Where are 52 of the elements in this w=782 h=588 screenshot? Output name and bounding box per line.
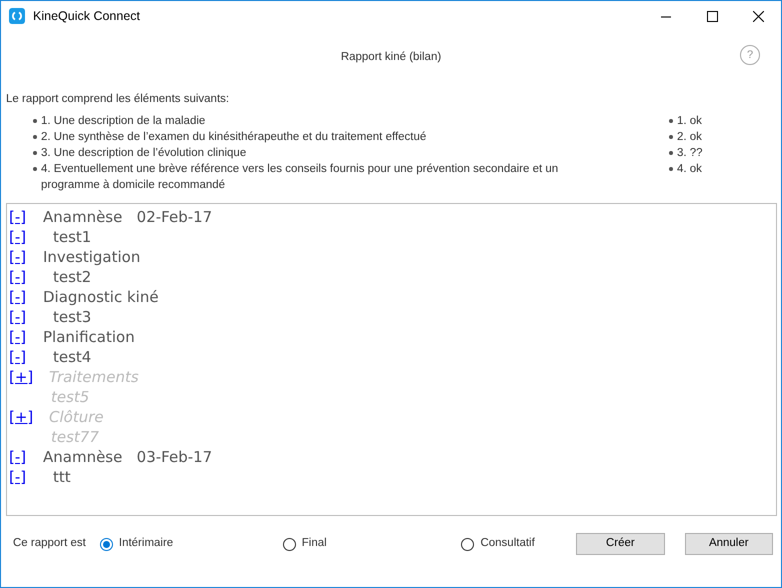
status-text: 3. ?? — [677, 146, 703, 161]
radio-option[interactable]: Consultatif — [461, 535, 576, 553]
create-button[interactable]: Créer — [576, 533, 665, 555]
bullet-icon — [669, 167, 673, 171]
cancel-button[interactable]: Annuler — [684, 533, 773, 555]
bullet-icon — [33, 119, 37, 123]
section-title: Diagnostic kiné — [43, 287, 159, 307]
section-title: Anamnèse 03-Feb-17 — [43, 447, 212, 467]
maximize-icon — [706, 10, 718, 22]
expand-toggle[interactable]: [-] — [7, 287, 43, 307]
bullet-icon — [33, 151, 37, 155]
requirement-text: 1. Une description de la maladie — [41, 114, 206, 129]
radio-option[interactable]: Final — [282, 535, 398, 553]
entry-text: ttt — [53, 467, 71, 487]
bullet-icon — [669, 135, 673, 139]
requirement-text: 4. Eventuellement une brève référence vers les conseils fournis pour une prévention secondaire et un programme à domicile recommandé — [41, 162, 560, 193]
radio-option[interactable]: Intérimaire — [100, 535, 213, 553]
expand-toggle[interactable]: [-] — [7, 267, 43, 287]
status-text: 2. ok — [677, 130, 702, 145]
app-logo-icon — [9, 8, 25, 24]
bullet-icon — [669, 119, 673, 123]
section-title: Planification — [43, 327, 135, 347]
section-title: Traitements — [49, 367, 139, 387]
entry-text: test2 — [53, 267, 92, 287]
expand-toggle[interactable]: [-] — [7, 307, 43, 327]
status-text: 1. ok — [677, 114, 702, 129]
bullet-icon — [33, 135, 37, 139]
requirement-text: 3. Une description de l’évolution clinique — [41, 146, 248, 161]
dialog-title: Rapport kiné (bilan) — [340, 50, 442, 66]
section-title: Investigation — [43, 247, 140, 267]
expand-toggle[interactable]: [-] — [7, 227, 43, 247]
section-title: Anamnèse 02-Feb-17 — [43, 207, 212, 227]
close-icon — [752, 10, 764, 22]
entry-text: test4 — [53, 347, 92, 367]
entry-text: test1 — [53, 227, 92, 247]
window-title: KineQuick Connect — [33, 8, 142, 25]
expand-toggle[interactable]: [-] — [7, 247, 43, 267]
intro-text: Le rapport comprend les éléments suivants: — [5, 92, 230, 107]
expand-toggle[interactable]: [-] — [7, 467, 43, 487]
entry-text: test3 — [53, 307, 92, 327]
expand-toggle[interactable]: [-] — [7, 327, 43, 347]
status-text: 4. ok — [677, 162, 702, 177]
section-title: Clôture — [49, 407, 104, 427]
expand-toggle[interactable]: [-] — [7, 347, 43, 367]
bullet-icon — [669, 151, 673, 155]
entry-text: test5 — [51, 387, 90, 407]
entry-text: test77 — [51, 427, 99, 447]
expand-toggle[interactable]: [-] — [7, 447, 43, 467]
expand-toggle[interactable]: [-] — [7, 207, 43, 227]
report-type-label: Ce rapport est — [13, 536, 86, 552]
requirement-text: 2. Une synthèse de l’examen du kinésithérapeuthe et du traitement effectué — [41, 130, 428, 145]
bullet-icon — [33, 167, 37, 171]
